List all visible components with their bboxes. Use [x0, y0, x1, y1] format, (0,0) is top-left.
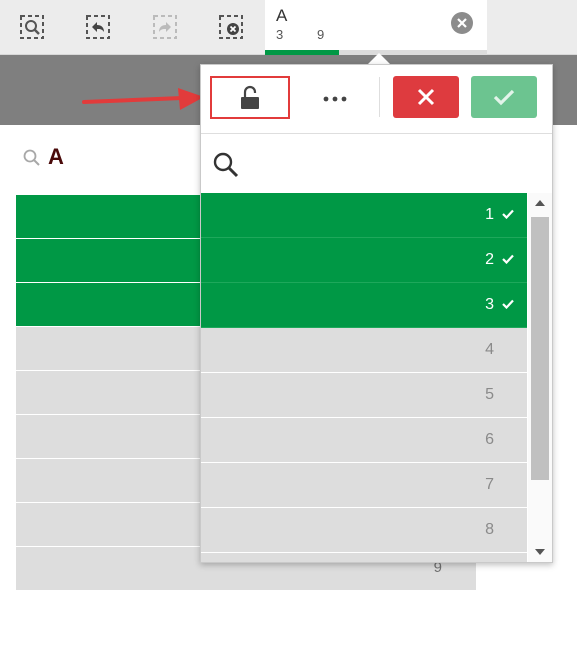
- check-icon: [502, 254, 514, 264]
- clear-all-selections-button[interactable]: [218, 14, 244, 40]
- step-back-button[interactable]: [85, 14, 111, 40]
- selection-total-count: 9: [317, 27, 325, 42]
- list-item[interactable]: 4: [201, 328, 527, 373]
- search-icon: [213, 152, 239, 178]
- check-icon: [493, 89, 515, 106]
- scroll-up-icon[interactable]: [534, 199, 546, 207]
- list-item-value: 7: [485, 476, 494, 493]
- scroll-thumb[interactable]: [531, 217, 549, 480]
- step-forward-button[interactable]: [152, 14, 178, 40]
- annotation-arrow-icon: [82, 88, 204, 110]
- close-icon: [457, 18, 467, 28]
- clear-field-selection-button[interactable]: [451, 12, 473, 34]
- list-item-value: 1: [485, 206, 494, 223]
- list-item[interactable]: 3: [201, 283, 527, 328]
- list-item-value: 4: [485, 341, 494, 358]
- listbox-search-text: A: [48, 144, 64, 169]
- ellipsis-icon: [323, 96, 347, 102]
- step-forward-icon: [153, 15, 177, 39]
- popover-separator: [201, 133, 552, 134]
- clear-all-selections-icon: [219, 15, 243, 39]
- unlock-icon: [241, 85, 259, 109]
- listbox-search-input[interactable]: [243, 150, 537, 180]
- list-item-value: 2: [485, 251, 494, 268]
- selection-field-name: A: [276, 6, 288, 25]
- list-item[interactable]: 1: [201, 193, 527, 238]
- list-item[interactable]: 8: [201, 508, 527, 553]
- current-selection-tab[interactable]: A 3 9: [265, 0, 487, 55]
- popover-notch: [368, 53, 390, 64]
- popover-value-list: 1 2 3 4 5 6 7 8 9: [201, 193, 527, 562]
- confirm-selection-button[interactable]: [471, 76, 537, 118]
- cancel-selection-button[interactable]: [393, 76, 459, 118]
- list-item-value: 3: [485, 296, 494, 313]
- list-item[interactable]: 9: [201, 553, 527, 562]
- scroll-down-icon[interactable]: [534, 548, 546, 556]
- list-item-value: 6: [485, 431, 494, 448]
- smart-search-button[interactable]: [19, 14, 45, 40]
- list-item-value: 8: [485, 521, 494, 538]
- more-options-button[interactable]: [313, 80, 357, 118]
- step-back-icon: [86, 15, 110, 39]
- list-item[interactable]: 6: [201, 418, 527, 463]
- selection-selected-count: 3: [276, 27, 284, 42]
- check-icon: [502, 299, 514, 309]
- toolbar-divider: [379, 77, 380, 117]
- smart-search-icon: [20, 15, 44, 39]
- check-icon: [502, 209, 514, 219]
- close-icon: [417, 88, 435, 106]
- selections-toolbar: A 3 9: [0, 0, 577, 55]
- list-item[interactable]: 7: [201, 463, 527, 508]
- list-item-value: 5: [485, 386, 494, 403]
- list-item[interactable]: 2: [201, 238, 527, 283]
- search-icon: [23, 149, 40, 166]
- lock-selection-button[interactable]: [210, 76, 290, 119]
- list-item[interactable]: 5: [201, 373, 527, 418]
- listbox-popover: 1 2 3 4 5 6 7 8 9: [200, 64, 553, 563]
- list-scrollbar[interactable]: [528, 193, 552, 562]
